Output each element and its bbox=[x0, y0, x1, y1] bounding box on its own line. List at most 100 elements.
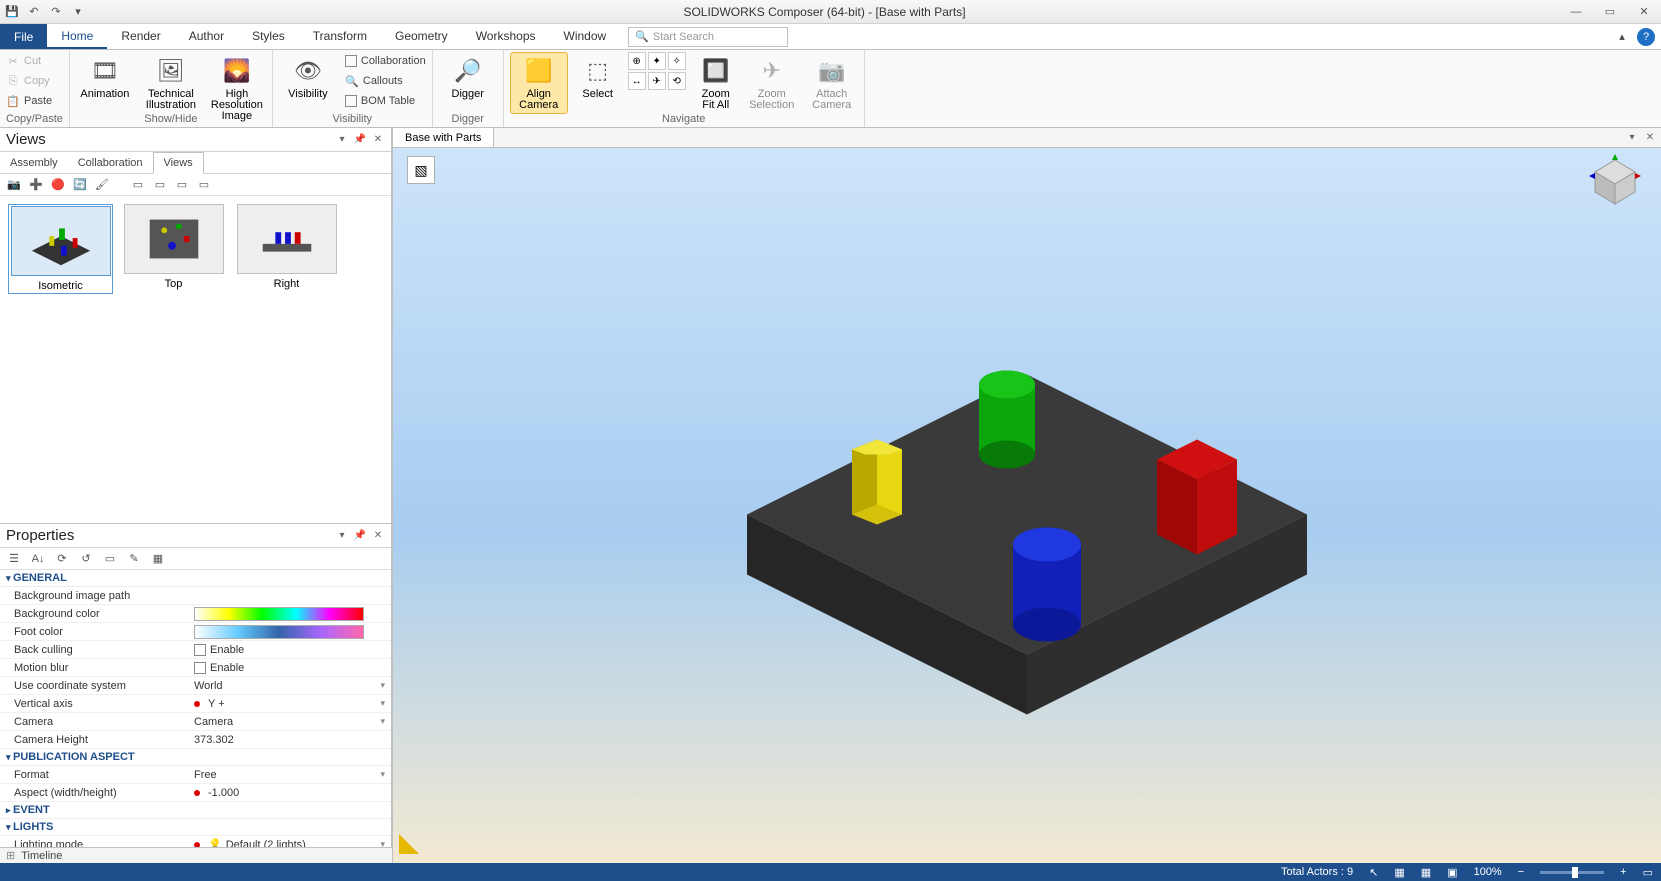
views-tab-views[interactable]: Views bbox=[153, 152, 204, 174]
dropdown-icon[interactable]: ▾ bbox=[380, 698, 385, 709]
status-cursor-icon[interactable]: ↖ bbox=[1361, 866, 1386, 879]
select-button[interactable]: ⬚Select bbox=[576, 52, 620, 103]
undo-icon[interactable]: ↶ bbox=[26, 4, 42, 20]
property-row[interactable]: Camera Height373.302 bbox=[0, 731, 391, 749]
property-row[interactable]: Foot color bbox=[0, 623, 391, 641]
timeline-bar[interactable]: ⊞ Timeline bbox=[0, 847, 392, 863]
panel-pin-icon[interactable]: 📌 bbox=[353, 529, 367, 543]
nav-mini-2[interactable]: ✦ bbox=[648, 52, 666, 70]
prop-tool-5[interactable]: ▭ bbox=[102, 551, 118, 567]
property-row[interactable]: CameraCamera▾ bbox=[0, 713, 391, 731]
align-camera-button[interactable]: 🟨Align Camera bbox=[510, 52, 568, 114]
tab-styles[interactable]: Styles bbox=[238, 24, 299, 49]
tab-home[interactable]: Home bbox=[47, 24, 107, 49]
property-value[interactable]: Y +▾ bbox=[190, 698, 391, 710]
views-tab-assembly[interactable]: Assembly bbox=[0, 152, 68, 173]
timeline-expand-icon[interactable]: ⊞ bbox=[6, 849, 15, 862]
status-grid-icon[interactable]: ▦ bbox=[1386, 866, 1412, 879]
zoom-fit-button[interactable]: 🔲Zoom Fit All bbox=[694, 52, 738, 114]
property-row[interactable]: Aspect (width/height)-1.000 bbox=[0, 784, 391, 802]
dropdown-icon[interactable]: ▾ bbox=[380, 716, 385, 727]
tab-render[interactable]: Render bbox=[107, 24, 174, 49]
view-thumb-isometric[interactable]: Isometric bbox=[8, 204, 113, 294]
property-row[interactable]: Background color bbox=[0, 605, 391, 623]
collaboration-toggle[interactable]: Collaboration bbox=[345, 52, 426, 70]
maximize-button[interactable]: ▭ bbox=[1597, 4, 1623, 20]
panel-pin-icon[interactable]: 📌 bbox=[353, 133, 367, 147]
views-tool-2[interactable]: ➕ bbox=[28, 177, 44, 193]
dropdown-icon[interactable]: ▾ bbox=[380, 769, 385, 780]
nav-mini-4[interactable]: ↔ bbox=[628, 72, 646, 90]
nav-mini-6[interactable]: ⟲ bbox=[668, 72, 686, 90]
views-tab-collaboration[interactable]: Collaboration bbox=[68, 152, 153, 173]
property-value[interactable]: 373.302 bbox=[190, 734, 391, 746]
property-row[interactable]: Back culling Enable bbox=[0, 641, 391, 659]
zoom-in-icon[interactable]: + bbox=[1612, 866, 1634, 878]
status-cube-icon[interactable]: ▣ bbox=[1439, 866, 1465, 879]
zoom-selection-button[interactable]: ✈Zoom Selection bbox=[746, 52, 798, 114]
qat-more-icon[interactable]: ▾ bbox=[70, 4, 86, 20]
zoom-out-icon[interactable]: − bbox=[1510, 866, 1532, 878]
callouts-toggle[interactable]: 🔍Callouts bbox=[345, 72, 426, 90]
tab-transform[interactable]: Transform bbox=[299, 24, 381, 49]
panel-close-icon[interactable]: ✕ bbox=[371, 133, 385, 147]
minimize-button[interactable]: — bbox=[1563, 4, 1589, 20]
tab-author[interactable]: Author bbox=[175, 24, 238, 49]
property-value[interactable]: World▾ bbox=[190, 680, 391, 692]
property-value[interactable]: Enable bbox=[190, 644, 391, 656]
property-row[interactable]: Motion blur Enable bbox=[0, 659, 391, 677]
views-tool-6[interactable]: ▭ bbox=[130, 177, 146, 193]
property-row[interactable]: Background image path bbox=[0, 587, 391, 605]
views-tool-5[interactable]: 🖌 bbox=[94, 177, 110, 193]
view-cube[interactable] bbox=[1587, 154, 1643, 210]
animation-button[interactable]: 🎞Animation bbox=[76, 52, 134, 103]
views-tool-7[interactable]: ▭ bbox=[152, 177, 168, 193]
viewport-tab[interactable]: Base with Parts bbox=[393, 128, 494, 147]
viewport-close-icon[interactable]: ✕ bbox=[1643, 131, 1657, 145]
property-group-header[interactable]: EVENT bbox=[0, 802, 391, 819]
prop-tool-6[interactable]: ✎ bbox=[126, 551, 142, 567]
property-value[interactable]: Free▾ bbox=[190, 769, 391, 781]
property-group-header[interactable]: LIGHTS bbox=[0, 819, 391, 836]
property-value[interactable] bbox=[190, 607, 391, 621]
prop-tool-7[interactable]: ▦ bbox=[150, 551, 166, 567]
attach-camera-button[interactable]: 📷Attach Camera bbox=[806, 52, 858, 114]
views-tool-8[interactable]: ▭ bbox=[174, 177, 190, 193]
status-grid2-icon[interactable]: ▦ bbox=[1413, 866, 1439, 879]
nav-mini-5[interactable]: ✈ bbox=[648, 72, 666, 90]
cut-button[interactable]: ✂Cut bbox=[6, 52, 52, 70]
views-tool-9[interactable]: ▭ bbox=[196, 177, 212, 193]
viewport-menu-icon[interactable]: ▾ bbox=[1625, 131, 1639, 145]
collapse-ribbon-icon[interactable]: ▴ bbox=[1613, 28, 1631, 46]
nav-mini-1[interactable]: ⊕ bbox=[628, 52, 646, 70]
technical-illustration-button[interactable]: 🖼Technical Illustration bbox=[142, 52, 200, 114]
copy-button[interactable]: ⎘Copy bbox=[6, 72, 52, 90]
tab-workshops[interactable]: Workshops bbox=[462, 24, 550, 49]
property-row[interactable]: Use coordinate systemWorld▾ bbox=[0, 677, 391, 695]
property-row[interactable]: FormatFree▾ bbox=[0, 766, 391, 784]
views-tool-4[interactable]: 🔄 bbox=[72, 177, 88, 193]
paste-button[interactable]: 📋Paste bbox=[6, 92, 52, 110]
prop-tool-1[interactable]: ☰ bbox=[6, 551, 22, 567]
file-tab[interactable]: File bbox=[0, 24, 47, 49]
panel-menu-icon[interactable]: ▾ bbox=[335, 529, 349, 543]
prop-tool-4[interactable]: ↺ bbox=[78, 551, 94, 567]
viewport-corner-button[interactable]: ▧ bbox=[407, 156, 435, 184]
bom-table-toggle[interactable]: BOM Table bbox=[345, 92, 426, 110]
tab-window[interactable]: Window bbox=[550, 24, 621, 49]
panel-menu-icon[interactable]: ▾ bbox=[335, 133, 349, 147]
property-group-header[interactable]: PUBLICATION ASPECT bbox=[0, 749, 391, 766]
nav-mini-3[interactable]: ✧ bbox=[668, 52, 686, 70]
view-thumb-top[interactable]: Top bbox=[121, 204, 226, 294]
digger-button[interactable]: 🔎Digger bbox=[439, 52, 497, 103]
status-extra-icon[interactable]: ▭ bbox=[1635, 866, 1661, 879]
property-value[interactable]: Camera▾ bbox=[190, 716, 391, 728]
search-input[interactable]: 🔍 Start Search bbox=[628, 27, 788, 47]
save-icon[interactable]: 💾 bbox=[4, 4, 20, 20]
help-icon[interactable]: ? bbox=[1637, 28, 1655, 46]
views-tool-3[interactable]: 🔴 bbox=[50, 177, 66, 193]
checkbox-icon[interactable] bbox=[194, 644, 206, 656]
prop-tool-3[interactable]: ⟳ bbox=[54, 551, 70, 567]
tab-geometry[interactable]: Geometry bbox=[381, 24, 462, 49]
property-row[interactable]: Vertical axisY +▾ bbox=[0, 695, 391, 713]
